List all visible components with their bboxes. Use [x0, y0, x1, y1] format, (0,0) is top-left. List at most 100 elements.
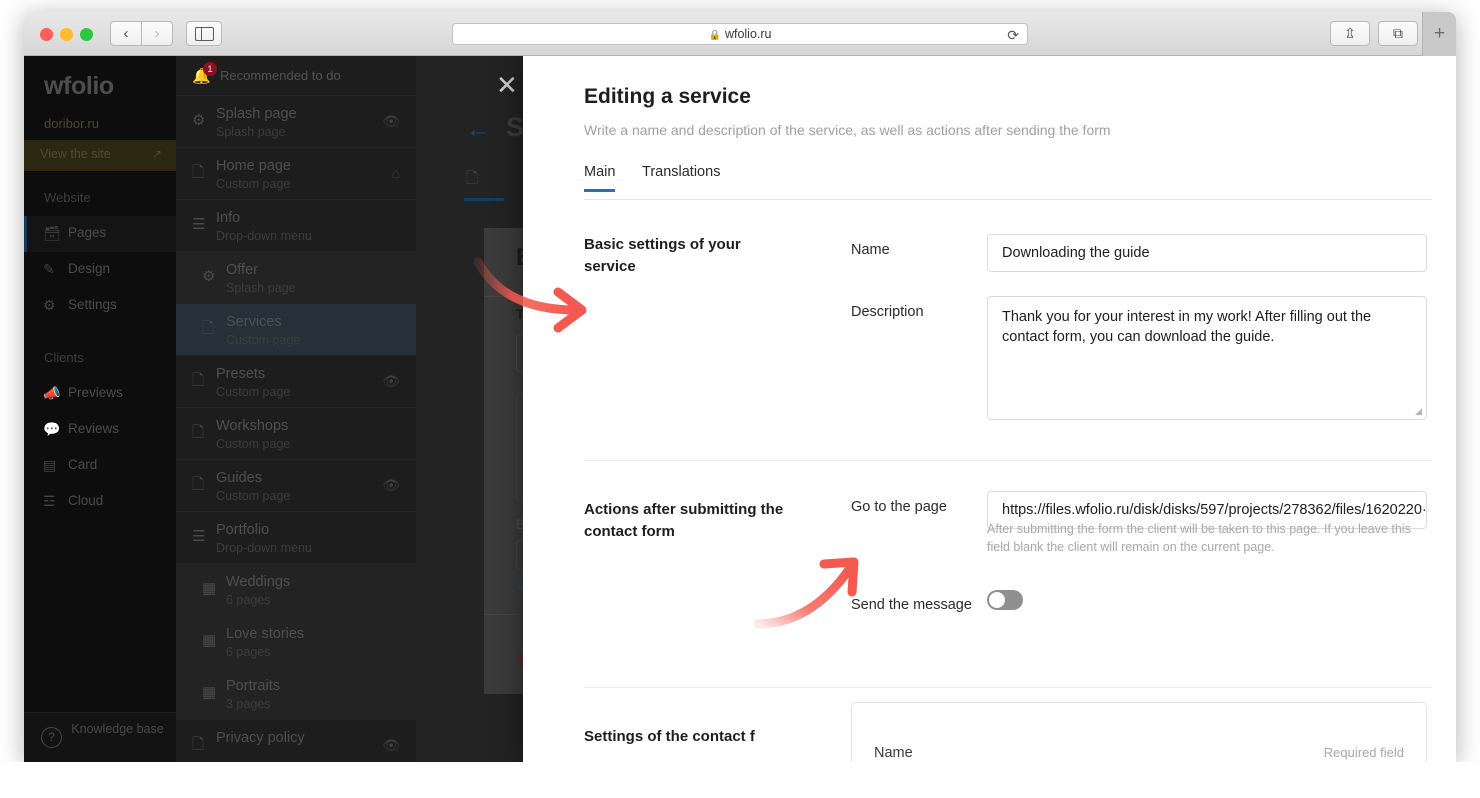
view-the-site-button[interactable]: View the site ↗	[24, 140, 176, 171]
page-row-title: Portfolio	[216, 522, 270, 538]
document-icon: 🗋	[192, 372, 205, 389]
page-row[interactable]: 🗋 Workshops Custom page	[176, 408, 416, 460]
url-text: wfolio.ru	[724, 27, 772, 41]
back-arrow-icon[interactable]: ←	[466, 116, 490, 144]
page-row[interactable]: 🗋 Guides Custom page 👁	[176, 460, 416, 512]
page-row-title: Offer	[226, 262, 258, 278]
page-row[interactable]: ⚙ Offer Splash page	[176, 252, 416, 304]
page-row[interactable]: ▦ Weddings 6 pages	[176, 564, 416, 616]
close-icon[interactable]: ✕	[496, 72, 518, 98]
database-icon: ☲	[43, 493, 56, 509]
toggle-knob	[989, 592, 1005, 608]
contact-card-icon: ▤	[43, 457, 57, 473]
send-the-message-toggle[interactable]	[987, 590, 1023, 610]
sidebar-item-cloud[interactable]: ☲ Cloud	[24, 484, 176, 520]
tab-main[interactable]: Main	[584, 164, 616, 192]
sidebar-item-previews[interactable]: 📣 Previews	[24, 376, 176, 412]
page-row[interactable]: ☰ Portfolio Drop-down menu	[176, 512, 416, 564]
description-value: Thank you for your interest in my work! …	[1002, 309, 1372, 345]
sidebar-toggle-button[interactable]	[186, 21, 222, 46]
address-bar[interactable]: 🔒 wfolio.ru ⟳	[452, 23, 1028, 45]
sidebar-item-label: Previews	[68, 385, 123, 400]
brush-icon: ✎	[43, 261, 55, 277]
description-field-label: Description	[851, 304, 924, 320]
document-icon: 🗋	[192, 424, 205, 441]
grid-icon: ▦	[202, 684, 217, 701]
window-maximize-button[interactable]	[80, 28, 93, 41]
page-row-title: Presets	[216, 366, 266, 382]
gear-icon: ⚙	[192, 112, 206, 129]
eye-off-icon[interactable]: 👁	[382, 737, 400, 754]
sidebar-item-label: Cloud	[68, 493, 104, 508]
chat-bubble-icon: 💬	[43, 421, 61, 437]
page-row[interactable]: 🗋 Privacy policy 👁	[176, 720, 416, 762]
eye-off-icon[interactable]: 👁	[382, 373, 400, 390]
page-row-subtitle: Custom page	[216, 489, 291, 503]
external-link-icon: ↗	[151, 147, 162, 161]
window-close-button[interactable]	[40, 28, 53, 41]
page-row-subtitle: Splash page	[216, 125, 286, 139]
page-row[interactable]: ▦ Portraits 3 pages	[176, 668, 416, 720]
new-tab-button[interactable]: +	[1422, 12, 1456, 56]
send-the-message-label: Send the message	[851, 597, 972, 613]
section-heading-actions: Actions after submitting the contact for…	[584, 501, 784, 540]
grid-icon: ▦	[202, 580, 217, 597]
sidebar-item-reviews[interactable]: 💬 Reviews	[24, 412, 176, 448]
nav-group-clients: Clients	[44, 350, 84, 365]
eye-off-icon[interactable]: 👁	[382, 113, 400, 130]
page-row[interactable]: ⚙ Splash page Splash page 👁	[176, 96, 416, 148]
page-row-title: Guides	[216, 470, 262, 486]
page-row-subtitle: Custom page	[216, 437, 291, 451]
page-row-subtitle: Custom page	[226, 333, 301, 347]
sidebar-item-label: Reviews	[68, 421, 120, 436]
page-row-title: Home page	[216, 158, 291, 174]
forward-button[interactable]: ›	[141, 21, 173, 46]
document-icon: 🗋	[192, 736, 205, 753]
document-icon: 🗋	[192, 164, 205, 181]
page-row-subtitle: Drop-down menu	[216, 229, 312, 243]
share-icon[interactable]: ⇫	[1330, 21, 1370, 46]
tab-translations[interactable]: Translations	[642, 164, 720, 192]
page-row-subtitle: 6 pages	[226, 593, 271, 607]
page-row-title: Weddings	[226, 574, 291, 590]
drawer-tabs: Main Translations	[584, 164, 1432, 200]
page-row[interactable]: ☰ Info Drop-down menu	[176, 200, 416, 252]
document-icon: 🗃	[43, 225, 61, 241]
contact-field-required-flag: Required field	[1323, 745, 1404, 760]
divider	[584, 460, 1432, 461]
description-textarea[interactable]: Thank you for your interest in my work! …	[987, 296, 1427, 420]
window-minimize-button[interactable]	[60, 28, 73, 41]
name-input[interactable]: Downloading the guide	[987, 234, 1427, 272]
document-icon: 🗋	[192, 476, 205, 493]
tabs-overview-icon[interactable]: ⧉	[1378, 21, 1418, 46]
back-button[interactable]: ‹	[110, 21, 142, 46]
page-row-subtitle: 3 pages	[226, 697, 271, 711]
page-row-services[interactable]: 🗋 Services Custom page	[176, 304, 416, 356]
page-row-title: Love stories	[226, 626, 305, 642]
eye-off-icon[interactable]: 👁	[382, 477, 400, 494]
menu-icon: ☰	[192, 528, 206, 545]
menu-icon: ☰	[192, 216, 206, 233]
knowledge-base-button[interactable]: ? Knowledge base	[24, 712, 176, 762]
page-row-title: Privacy policy	[216, 730, 305, 746]
home-icon: ⌂	[391, 165, 400, 181]
resize-grip-icon[interactable]: ◢	[1415, 407, 1422, 416]
sidebar-item-card[interactable]: ▤ Card	[24, 448, 176, 484]
browser-window: ‹ › 🔒 wfolio.ru ⟳ ⇫ ⧉ + wfolio doribor.ru…	[24, 12, 1456, 762]
sidebar-item-design[interactable]: ✎ Design	[24, 252, 176, 288]
name-field-label: Name	[851, 242, 890, 258]
megaphone-icon: 📣	[43, 385, 61, 401]
sidebar-item-pages[interactable]: 🗃 Pages	[24, 216, 176, 252]
page-row-subtitle: 6 pages	[226, 645, 271, 659]
page-row[interactable]: 🗋 Home page Custom page ⌂	[176, 148, 416, 200]
reload-icon[interactable]: ⟳	[1007, 26, 1019, 44]
browser-toolbar: ‹ › 🔒 wfolio.ru ⟳ ⇫ ⧉ +	[24, 12, 1456, 56]
section-heading-contact-form: Settings of the contact f	[584, 728, 755, 745]
page-row[interactable]: 🗋 Presets Custom page 👁	[176, 356, 416, 408]
page-row[interactable]: ▦ Love stories 6 pages	[176, 616, 416, 668]
recommended-to-do-row[interactable]: 🔔 1 Recommended to do	[176, 56, 416, 96]
page-row-title: Workshops	[216, 418, 289, 434]
page-viewport: wfolio doribor.ru View the site ↗ Websit…	[24, 56, 1456, 762]
sidebar-item-settings[interactable]: ⚙ Settings	[24, 288, 176, 324]
lock-icon: 🔒	[708, 30, 721, 41]
